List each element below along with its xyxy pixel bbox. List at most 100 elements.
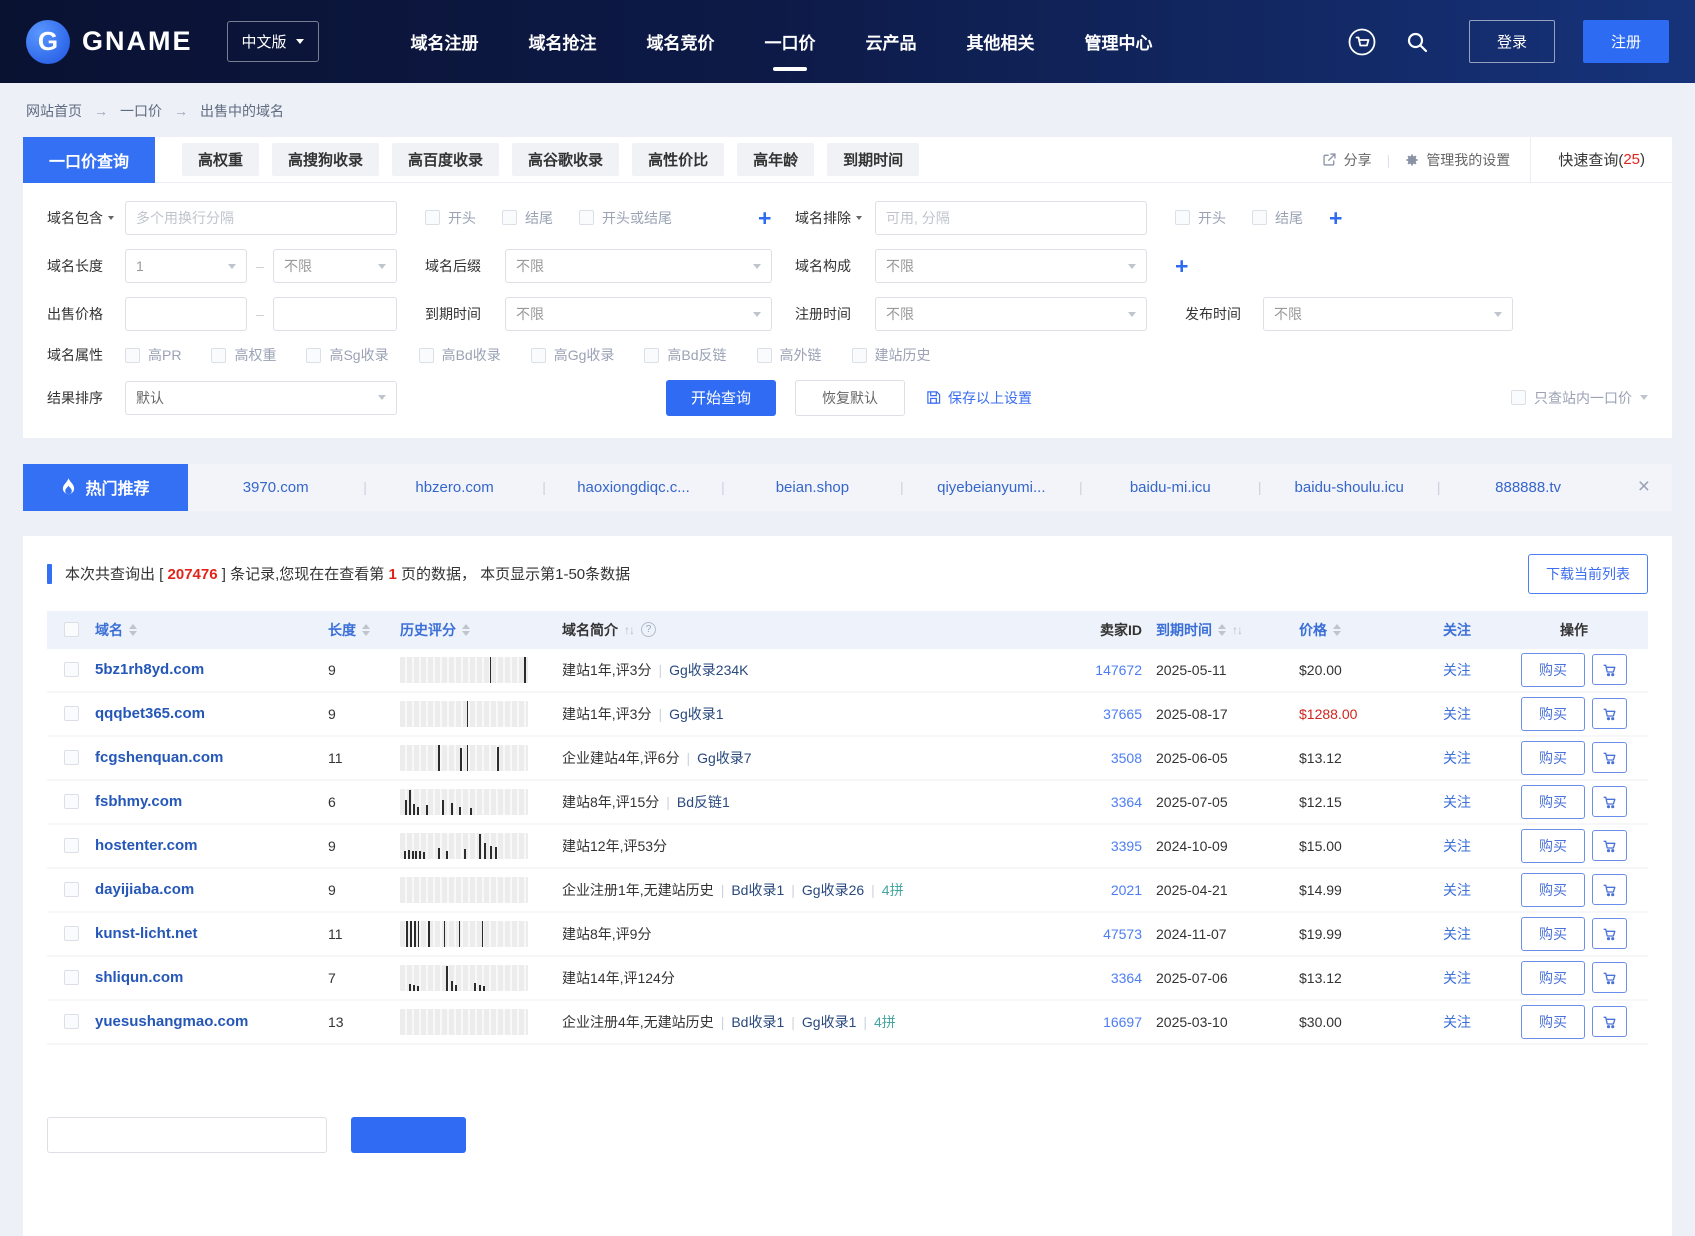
hot-domain-link[interactable]: baidu-mi.icu [1083,479,1258,496]
buy-button[interactable]: 购买 [1521,873,1585,907]
row-checkbox[interactable] [64,882,79,897]
checkbox-box[interactable] [419,348,434,363]
follow-link[interactable]: 关注 [1414,704,1500,724]
follow-link[interactable]: 关注 [1414,968,1500,988]
buy-button[interactable]: 购买 [1521,697,1585,731]
swap-sort-icon[interactable]: ↑↓ [1232,623,1242,637]
follow-link[interactable]: 关注 [1414,1012,1500,1032]
row-checkbox[interactable] [64,926,79,941]
exclude-label[interactable]: 域名排除 [795,208,875,228]
follow-link[interactable]: 关注 [1414,792,1500,812]
add-to-cart-button[interactable] [1592,654,1627,685]
buy-button[interactable]: 购买 [1521,741,1585,775]
add-to-cart-button[interactable] [1592,1006,1627,1037]
follow-link[interactable]: 关注 [1414,660,1500,680]
header-score[interactable]: 历史评分 [400,620,562,640]
checkbox-item[interactable]: 开头 [425,208,476,228]
add-compose-icon[interactable]: + [1175,255,1188,278]
checkbox-box[interactable] [644,348,659,363]
domain-link[interactable]: shliqun.com [95,969,183,986]
nav-item[interactable]: 管理中心 [1085,29,1153,54]
reset-defaults-button[interactable]: 恢复默认 [795,380,905,416]
exclude-input[interactable] [875,201,1147,235]
register-button[interactable]: 注册 [1583,20,1669,63]
add-to-cart-button[interactable] [1592,874,1627,905]
checkbox-box[interactable] [306,348,321,363]
filter-tab[interactable]: 高谷歌收录 [512,143,619,176]
domain-link[interactable]: dayijiaba.com [95,881,194,898]
row-checkbox[interactable] [64,970,79,985]
select-all-checkbox[interactable] [64,622,79,637]
hot-domain-link[interactable]: hbzero.com [367,479,542,496]
checkbox-item[interactable]: 高Bd反链 [644,345,726,365]
include-label[interactable]: 域名包含 [47,208,125,228]
hot-domain-link[interactable]: baidu-shoulu.icu [1262,479,1437,496]
only-onsite-checkbox[interactable]: 只查站内一口价 [1511,388,1648,408]
checkbox-box[interactable] [531,348,546,363]
save-settings-link[interactable]: 保存以上设置 [926,388,1032,408]
filter-tab[interactable]: 高搜狗收录 [272,143,379,176]
sort-icon[interactable] [362,624,370,636]
filter-tab[interactable]: 一口价查询 [23,137,155,183]
login-button[interactable]: 登录 [1469,20,1555,63]
checkbox-item[interactable]: 高Bd收录 [419,345,501,365]
sort-select[interactable]: 默认 [125,381,397,415]
add-to-cart-button[interactable] [1592,830,1627,861]
help-icon[interactable]: ? [641,622,656,637]
sort-icon[interactable] [462,624,470,636]
domain-link[interactable]: fcgshenquan.com [95,749,223,766]
buy-button[interactable]: 购买 [1521,1005,1585,1039]
filter-tab[interactable]: 高年龄 [737,143,814,176]
expire-select[interactable]: 不限 [505,297,772,331]
add-to-cart-button[interactable] [1592,742,1627,773]
checkbox-box[interactable] [852,348,867,363]
checkbox-item[interactable]: 高Gg收录 [531,345,615,365]
row-checkbox[interactable] [64,794,79,809]
checkbox-box[interactable] [425,210,440,225]
checkbox-box[interactable] [502,210,517,225]
checkbox-item[interactable]: 开头或结尾 [579,208,672,228]
checkbox-box[interactable] [579,210,594,225]
checkbox-box[interactable] [1511,390,1526,405]
seller-id-link[interactable]: 3508 [1044,750,1156,766]
swap-sort-icon[interactable]: ↑↓ [624,623,634,637]
buy-button[interactable]: 购买 [1521,653,1585,687]
filter-tab[interactable]: 高权重 [182,143,259,176]
sort-icon[interactable] [129,624,137,636]
domain-link[interactable]: fsbhmy.com [95,793,182,810]
filter-tab[interactable]: 高百度收录 [392,143,499,176]
nav-item[interactable]: 一口价 [765,29,816,54]
buy-button[interactable]: 购买 [1521,829,1585,863]
domain-link[interactable]: kunst-licht.net [95,925,198,942]
sort-icon[interactable] [1218,624,1226,636]
header-price[interactable]: 价格 [1299,620,1414,640]
seller-id-link[interactable]: 47573 [1044,926,1156,942]
buy-button[interactable]: 购买 [1521,917,1585,951]
checkbox-item[interactable]: 结尾 [502,208,553,228]
header-length[interactable]: 长度 [328,620,400,640]
sort-icon[interactable] [1333,624,1341,636]
row-checkbox[interactable] [64,750,79,765]
include-input[interactable] [125,201,397,235]
quick-query-button[interactable]: 快速查询(25) [1530,137,1672,182]
checkbox-item[interactable]: 结尾 [1252,208,1303,228]
seller-id-link[interactable]: 37665 [1044,706,1156,722]
buy-button[interactable]: 购买 [1521,785,1585,819]
add-to-cart-button[interactable] [1592,918,1627,949]
hot-domain-link[interactable]: qiyebeianyumi... [904,479,1079,496]
price-to-input[interactable] [273,297,397,331]
seller-id-link[interactable]: 3364 [1044,794,1156,810]
domain-link[interactable]: qqqbet365.com [95,705,205,722]
hot-domain-link[interactable]: 3970.com [188,479,363,496]
seller-id-link[interactable]: 3364 [1044,970,1156,986]
nav-item[interactable]: 其他相关 [967,29,1035,54]
add-to-cart-button[interactable] [1592,698,1627,729]
nav-item[interactable]: 域名注册 [411,29,479,54]
follow-link[interactable]: 关注 [1414,748,1500,768]
checkbox-item[interactable]: 高权重 [211,345,276,365]
follow-link[interactable]: 关注 [1414,924,1500,944]
row-checkbox[interactable] [64,706,79,721]
domain-link[interactable]: yuesushangmao.com [95,1013,248,1030]
add-include-icon[interactable]: + [758,207,771,230]
seller-id-link[interactable]: 16697 [1044,1014,1156,1030]
